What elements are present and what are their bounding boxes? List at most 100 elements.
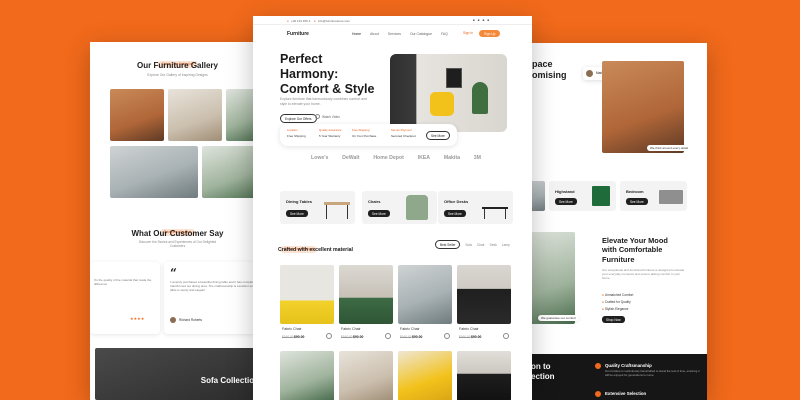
nav-item-faq[interactable]: FAQ [441, 32, 448, 36]
hero-partial-line-2: omising [532, 70, 567, 80]
elevate-title-line-2: with Comfortable [602, 245, 663, 255]
product-image [457, 265, 511, 324]
testimonial-quote-right: I recently purchased a beautiful dining … [170, 280, 260, 293]
hero-description: Explore furniture that harmoniously comb… [280, 97, 367, 106]
category-card-bedroom[interactable]: Bedroom See More [620, 181, 687, 211]
craft-title: Quality Craftsmanship [605, 363, 652, 368]
hero-partial-line-1: pace [532, 59, 553, 69]
product-name: Fabric Chair [341, 327, 361, 331]
elevate-title-line-3: Furniture [602, 254, 635, 264]
product-filters: Best Seller Sofa Chair Desk Lamp [435, 240, 510, 249]
feature-see-more-button[interactable]: See More [426, 131, 450, 140]
gallery-photo-2[interactable] [168, 89, 222, 141]
play-icon[interactable] [315, 114, 320, 119]
hero-title-line-2: Harmony: [280, 67, 339, 81]
see-more-button[interactable]: See More [368, 210, 390, 217]
avatar [586, 70, 593, 77]
rating-stars: ★★★★ [130, 316, 145, 321]
cart-icon[interactable] [326, 333, 332, 339]
product-card[interactable]: Fabric Chair $160.00 $90.00 [457, 265, 511, 400]
filter-sofa[interactable]: Sofa [465, 243, 472, 247]
product-image [280, 265, 334, 324]
dark-section: on to ection Quality Craftsmanship Our f… [525, 354, 707, 400]
category-card-chairs[interactable]: Chairs See More [362, 191, 437, 224]
product-price: $90.00 [471, 335, 482, 339]
product-card[interactable]: Fabric Chair $160.00 $90.00 [339, 265, 393, 400]
product-price: $90.00 [412, 335, 423, 339]
product-image [339, 265, 393, 324]
nav-item-home[interactable]: Home [352, 32, 361, 36]
sign-in-button[interactable]: Sign In [463, 31, 473, 35]
category-title: Office Desks [444, 199, 469, 204]
sign-up-button[interactable]: Sign Up [479, 30, 501, 37]
email-address[interactable]: info@furniturestore.com [318, 19, 350, 23]
craft-description: Our furniture is meticulously handcrafte… [605, 369, 700, 377]
bed-image [659, 190, 683, 204]
category-card-dining-tables[interactable]: Dining Tables See More [280, 191, 355, 224]
check-icon: ● [602, 300, 604, 304]
see-more-button[interactable]: See More [555, 198, 577, 205]
wall-art [446, 68, 462, 88]
elevate-point: ● Unmatched Comfort [602, 293, 634, 297]
watch-video-link[interactable]: Watch Video [322, 115, 340, 119]
brand-makita: Makita [443, 155, 460, 161]
category-card-highstand[interactable]: Highstand See More [549, 181, 616, 211]
filter-lamp[interactable]: Lamp [502, 243, 510, 247]
category-card-office-desks[interactable]: Office Desks See More [438, 191, 513, 224]
gallery-subtitle: Explore Our Gallery of Inspiring Designs [147, 73, 208, 77]
nav-item-services[interactable]: Services [388, 32, 401, 36]
product-old-price: $160.00 [459, 335, 471, 339]
see-more-button[interactable]: See More [286, 210, 308, 217]
table-legs [326, 205, 348, 219]
dark-partial-title: on to ection [531, 362, 555, 382]
testimonial-quote-left: It's the quality of the material that ma… [94, 278, 152, 287]
homepage: ● +00 123 456 4 ● info@furniturestore.co… [253, 16, 532, 400]
brand-lowes: Lowe's [311, 155, 329, 161]
product-old-price: $160.00 [400, 335, 412, 339]
phone-number[interactable]: +00 123 456 4 [291, 19, 310, 23]
nav-item-about[interactable]: About [370, 32, 379, 36]
product-price: $90.00 [353, 335, 364, 339]
quote-icon: “ [170, 266, 177, 280]
gallery-photo-4[interactable] [110, 146, 198, 198]
testimonial-card-left: It's the quality of the material that ma… [90, 262, 160, 334]
see-more-button[interactable]: See More [626, 198, 648, 205]
gallery-title: Our Furniture Gallery [137, 61, 218, 70]
gallery-photo-1[interactable] [110, 89, 164, 141]
cart-icon[interactable] [503, 333, 509, 339]
logo[interactable]: Furniture [287, 31, 309, 37]
hero-image [390, 54, 507, 132]
brand-logos: Lowe's DeWalt Home Depot IKEA Makita 3M [311, 155, 481, 161]
cart-icon[interactable] [444, 333, 450, 339]
product-name: Fabric Chair [459, 327, 479, 331]
cart-icon[interactable] [385, 333, 391, 339]
plant [472, 82, 488, 114]
sofa-banner-heading: Sofa Collection [200, 376, 259, 385]
filter-desk[interactable]: Desk [490, 243, 497, 247]
craft-icon [595, 363, 601, 369]
product-image-row2 [398, 351, 452, 400]
see-more-button[interactable]: See More [444, 210, 466, 217]
nav-item-catalogue[interactable]: Our Catalogue [410, 32, 432, 36]
product-card[interactable]: Fabric Chair $160.00 $90.00 [280, 265, 334, 400]
filter-chair[interactable]: Chair [477, 243, 485, 247]
filter-best-seller[interactable]: Best Seller [435, 240, 461, 249]
product-price: $90.00 [294, 335, 305, 339]
product-card[interactable]: Fabric Chair $160.00 $90.00 [398, 265, 452, 400]
explore-offers-button[interactable]: Explore Our Offers [280, 114, 317, 123]
avatar [170, 317, 176, 323]
product-name: Fabric Chair [400, 327, 420, 331]
elevate-point: ● Crafted for Quality [602, 300, 631, 304]
bedroom-hero-image [602, 61, 684, 153]
selection-title: Extensive Selection [605, 391, 647, 396]
category-title: Chairs [368, 199, 381, 204]
mail-icon: ● [314, 19, 316, 23]
hero-title-line-3: Comfort & Style [280, 82, 375, 96]
elevate-points: ● Unmatched Comfort ● Crafted for Qualit… [602, 292, 633, 313]
shop-now-button[interactable]: Shop Now [602, 316, 625, 323]
testimonial-subtitle: Discover the Stories and Experiences of … [138, 240, 217, 249]
brand-dewalt: DeWalt [342, 155, 360, 161]
main-nav: Furniture Home About Services Our Catalo… [253, 26, 532, 40]
gallery-testimonial-page: Check Our Collection Our Furniture Galle… [90, 42, 265, 400]
social-icons[interactable]: ■■■■ [473, 18, 492, 22]
